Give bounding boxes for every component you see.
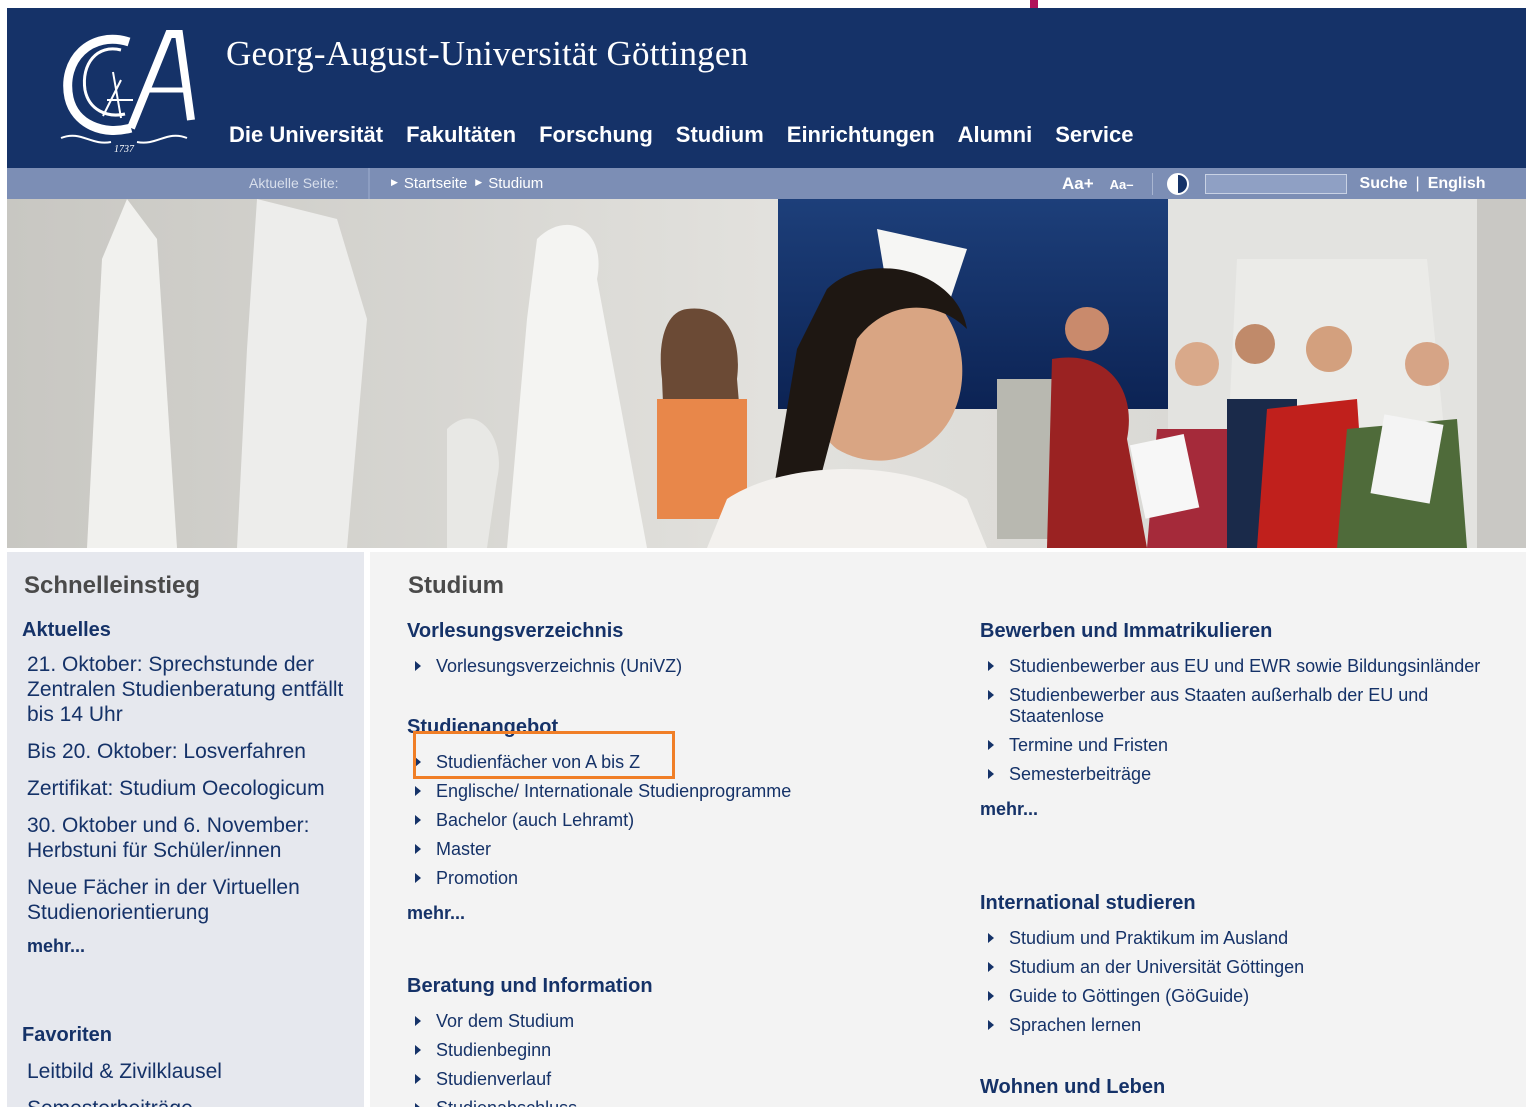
- site-header: 1737 Georg-August-Universität Göttingen …: [7, 8, 1526, 168]
- breadcrumb-label: Aktuelle Seite:: [249, 175, 339, 191]
- caret-right-icon: [988, 690, 994, 700]
- hero-photo: [7, 199, 1526, 548]
- favoriten-list: Leitbild & Zivilklausel Semesterbeiträge: [27, 1059, 222, 1107]
- aktuelles-more-link[interactable]: mehr...: [27, 936, 85, 957]
- quick-access-sidebar: Schnelleinstieg Aktuelles 21. Oktober: S…: [7, 552, 364, 1107]
- section-beratung: Beratung und Information Vor dem Studium…: [407, 975, 653, 1107]
- list-item[interactable]: Studienbeginn: [407, 1040, 653, 1061]
- search-button[interactable]: Suche: [1360, 175, 1408, 193]
- chevron-right-icon: ▶: [391, 177, 398, 187]
- aktuelles-list: 21. Oktober: Sprechstunde der Zentralen …: [27, 652, 357, 937]
- nav-studium[interactable]: Studium: [676, 122, 764, 148]
- nav-service[interactable]: Service: [1055, 122, 1133, 148]
- nav-alumni[interactable]: Alumni: [958, 122, 1033, 148]
- page-tools: Aa+ Aa– Suche | English: [1062, 173, 1485, 195]
- caret-right-icon: [988, 933, 994, 943]
- list-item[interactable]: Englische/ Internationale Studienprogram…: [407, 781, 791, 802]
- section-heading: International studieren: [980, 892, 1196, 914]
- site-title[interactable]: Georg-August-Universität Göttingen: [226, 34, 748, 74]
- list-item[interactable]: Bachelor (auch Lehramt): [407, 810, 791, 831]
- top-strip: [0, 0, 1526, 8]
- font-smaller-button[interactable]: Aa–: [1110, 177, 1134, 192]
- caret-right-icon: [415, 786, 421, 796]
- list-item[interactable]: Vorlesungsverzeichnis (UniVZ): [407, 656, 682, 677]
- caret-right-icon: [988, 661, 994, 671]
- main-nav: Die Universität Fakultäten Forschung Stu…: [229, 122, 1157, 148]
- section-wohnen: Wohnen und Leben: [980, 1076, 1165, 1107]
- caret-right-icon: [988, 991, 994, 1001]
- breadcrumb: ▶ Startseite ▶ Studium: [391, 175, 551, 192]
- nav-forschung[interactable]: Forschung: [539, 122, 653, 148]
- section-heading: Wohnen und Leben: [980, 1076, 1166, 1098]
- list-item[interactable]: Studienverlauf: [407, 1069, 653, 1090]
- section-vorlesungsverzeichnis: Vorlesungsverzeichnis Vorlesungsverzeich…: [407, 620, 682, 685]
- breadcrumb-divider: [368, 168, 370, 199]
- list-item[interactable]: Studienbewerber aus Staaten außerhalb de…: [980, 685, 1500, 727]
- list-item[interactable]: Studienbewerber aus EU und EWR sowie Bil…: [980, 656, 1500, 677]
- hero-image: [7, 199, 1526, 548]
- news-link[interactable]: 21. Oktober: Sprechstunde der Zentralen …: [27, 652, 357, 727]
- caret-right-icon: [988, 769, 994, 779]
- chevron-right-icon: ▶: [475, 177, 483, 187]
- news-link[interactable]: Zertifikat: Studium Oecologicum: [27, 776, 357, 801]
- caret-right-icon: [415, 1045, 421, 1055]
- section-heading: Studienangebot: [407, 716, 559, 738]
- language-switch-english[interactable]: English: [1428, 175, 1486, 193]
- contrast-icon[interactable]: [1166, 173, 1189, 195]
- caret-right-icon: [988, 1020, 994, 1030]
- favorite-link[interactable]: Semesterbeiträge: [27, 1096, 222, 1107]
- aktuelles-heading: Aktuelles: [22, 619, 111, 641]
- list-item[interactable]: Sprachen lernen: [980, 1015, 1304, 1036]
- section-international: International studieren Studium und Prak…: [980, 892, 1304, 1044]
- breadcrumb-studium[interactable]: Studium: [488, 175, 543, 192]
- news-link[interactable]: 30. Oktober und 6. November: Herbstuni f…: [27, 813, 357, 863]
- list-item[interactable]: Promotion: [407, 868, 791, 889]
- list-item[interactable]: Studium und Praktikum im Ausland: [980, 928, 1304, 949]
- search-input[interactable]: [1204, 174, 1347, 194]
- news-link[interactable]: Bis 20. Oktober: Losverfahren: [27, 739, 357, 764]
- bewerben-more-link[interactable]: mehr...: [980, 799, 1500, 820]
- caret-right-icon: [415, 1016, 421, 1026]
- section-heading: Bewerben und Immatrikulieren: [980, 620, 1273, 642]
- list-item-studienfaecher[interactable]: Studienfächer von A bis Z: [407, 752, 791, 773]
- caret-right-icon: [415, 873, 421, 883]
- list-item[interactable]: Guide to Göttingen (GöGuide): [980, 986, 1304, 1007]
- caret-right-icon: [988, 740, 994, 750]
- caret-right-icon: [988, 962, 994, 972]
- list-item[interactable]: Semesterbeiträge: [980, 764, 1500, 785]
- university-logo[interactable]: 1737: [51, 20, 197, 160]
- section-heading: Vorlesungsverzeichnis: [407, 620, 624, 642]
- breadcrumb-startseite[interactable]: Startseite: [404, 175, 467, 192]
- tools-divider: [1151, 173, 1153, 195]
- font-larger-button[interactable]: Aa+: [1062, 174, 1094, 194]
- list-item[interactable]: Studienabschluss: [407, 1098, 653, 1107]
- nav-die-universitaet[interactable]: Die Universität: [229, 122, 383, 148]
- favoriten-heading: Favoriten: [22, 1024, 113, 1046]
- section-studienangebot: Studienangebot Studienfächer von A bis Z…: [407, 716, 791, 924]
- main-content: Studium Vorlesungsverzeichnis Vorlesungs…: [370, 552, 1526, 1107]
- breadcrumb-bar: Aktuelle Seite: ▶ Startseite ▶ Studium A…: [7, 168, 1526, 199]
- tools-separator: |: [1415, 175, 1420, 192]
- caret-right-icon: [415, 661, 421, 671]
- caret-right-icon: [415, 815, 421, 825]
- page-title: Studium: [408, 572, 504, 599]
- caret-right-icon: [415, 757, 421, 767]
- section-bewerben: Bewerben und Immatrikulieren Studienbewe…: [980, 620, 1500, 820]
- news-link[interactable]: Neue Fächer in der Virtuellen Studienori…: [27, 875, 357, 925]
- sidebar-title: Schnelleinstieg: [24, 572, 201, 599]
- svg-text:1737: 1737: [114, 144, 135, 155]
- caret-right-icon: [415, 844, 421, 854]
- accent-mark: [1030, 0, 1038, 8]
- list-item[interactable]: Studium an der Universität Göttingen: [980, 957, 1304, 978]
- caret-right-icon: [415, 1103, 421, 1107]
- list-item[interactable]: Master: [407, 839, 791, 860]
- studienangebot-more-link[interactable]: mehr...: [407, 903, 791, 924]
- section-heading: Beratung und Information: [407, 975, 653, 997]
- nav-fakultaeten[interactable]: Fakultäten: [406, 122, 516, 148]
- list-item[interactable]: Vor dem Studium: [407, 1011, 653, 1032]
- list-item[interactable]: Termine und Fristen: [980, 735, 1500, 756]
- favorite-link[interactable]: Leitbild & Zivilklausel: [27, 1059, 222, 1084]
- caret-right-icon: [415, 1074, 421, 1084]
- nav-einrichtungen[interactable]: Einrichtungen: [787, 122, 935, 148]
